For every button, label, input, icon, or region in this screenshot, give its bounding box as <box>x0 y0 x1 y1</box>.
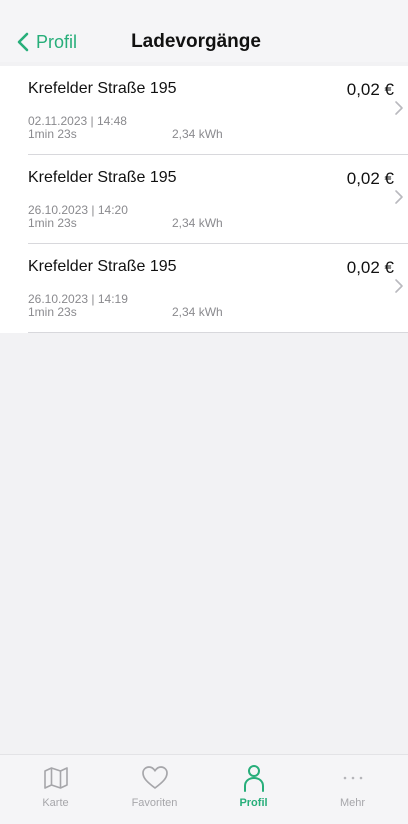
session-energy: 2,34 kWh <box>172 216 223 230</box>
chevron-right-icon <box>395 190 403 204</box>
session-row[interactable]: Krefelder Straße 195 0,02 € 26.10.2023 |… <box>28 155 408 244</box>
session-duration: 1min 23s <box>28 305 77 319</box>
session-datetime: 26.10.2023 | 14:20 <box>28 203 128 217</box>
station-name: Krefelder Straße 195 <box>28 169 177 186</box>
map-icon <box>43 767 68 789</box>
session-price: 0,02 € <box>346 169 394 188</box>
tab-label: Favoriten <box>131 797 178 809</box>
heart-icon <box>141 766 168 789</box>
session-row[interactable]: Krefelder Straße 195 0,02 € 02.11.2023 |… <box>28 66 408 155</box>
tab-favoriten[interactable]: Favoriten <box>105 755 204 824</box>
tab-label: Profil <box>239 797 268 809</box>
session-energy: 2,34 kWh <box>172 127 223 141</box>
tab-karte[interactable]: Karte <box>6 755 105 824</box>
app-screen: Profil Ladevorgänge Krefelder Straße 195… <box>0 0 408 824</box>
session-datetime: 02.11.2023 | 14:48 <box>28 114 127 128</box>
tab-mehr[interactable]: Mehr <box>303 755 402 824</box>
chevron-right-icon <box>395 279 403 293</box>
chevron-right-icon <box>395 101 403 115</box>
session-price: 0,02 € <box>346 258 394 277</box>
session-energy: 2,34 kWh <box>172 305 223 319</box>
session-row[interactable]: Krefelder Straße 195 0,02 € 26.10.2023 |… <box>28 244 408 333</box>
page-title: Ladevorgänge <box>131 31 261 52</box>
charging-sessions-list: Krefelder Straße 195 0,02 € 02.11.2023 |… <box>0 66 408 333</box>
tab-bar: Karte Favoriten Profil Mehr <box>0 754 408 824</box>
tab-profil[interactable]: Profil <box>204 755 303 824</box>
navigation-bar: Profil Ladevorgänge <box>0 0 408 62</box>
session-price: 0,02 € <box>346 80 394 99</box>
station-name: Krefelder Straße 195 <box>28 258 177 275</box>
tab-label: Karte <box>42 797 69 809</box>
station-name: Krefelder Straße 195 <box>28 80 177 97</box>
tab-label: Mehr <box>339 797 366 809</box>
more-icon <box>343 776 362 780</box>
session-datetime: 26.10.2023 | 14:19 <box>28 292 128 306</box>
session-duration: 1min 23s <box>28 127 77 141</box>
person-icon <box>243 765 264 792</box>
session-duration: 1min 23s <box>28 216 77 230</box>
